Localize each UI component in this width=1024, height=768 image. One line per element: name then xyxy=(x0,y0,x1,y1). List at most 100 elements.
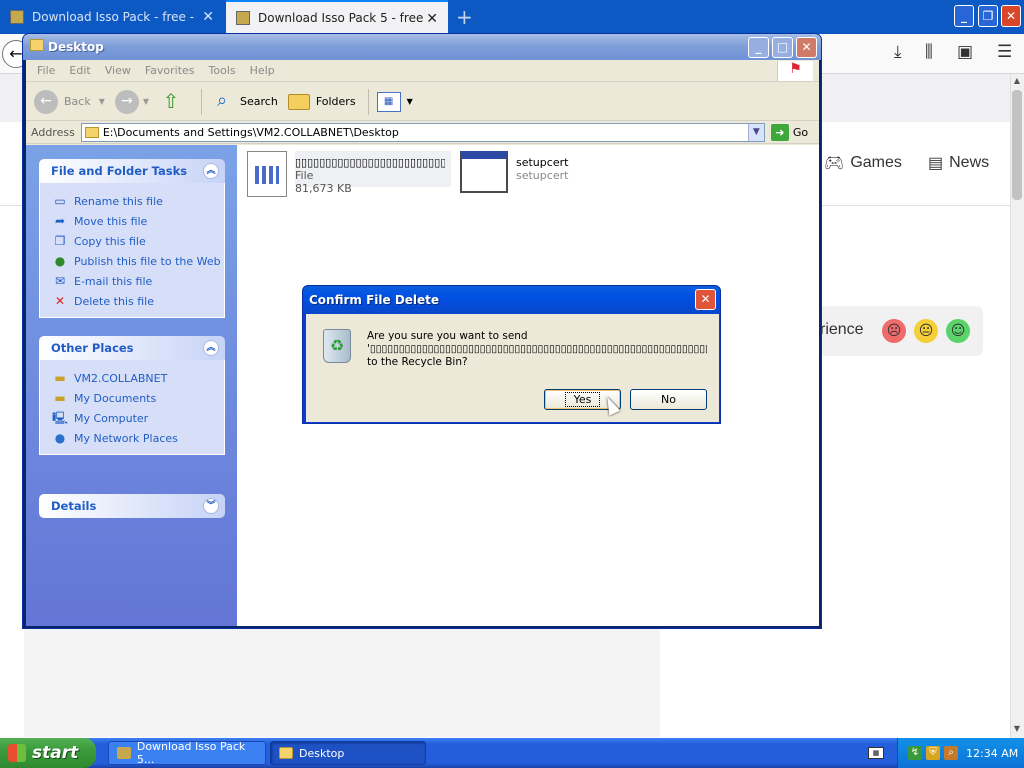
scroll-up-icon[interactable]: ▲ xyxy=(1011,76,1023,88)
copy-icon: ❐ xyxy=(54,234,66,248)
confirm-delete-dialog: Confirm File Delete ✕ ♻ Are you sure you… xyxy=(302,285,721,424)
close-tab-icon[interactable]: ✕ xyxy=(202,9,214,25)
go-button[interactable]: ➜ Go xyxy=(770,124,808,141)
nav-news-label: News xyxy=(949,154,990,171)
keyboard-icon[interactable]: ▦ xyxy=(868,747,884,759)
dialog-title-bar[interactable]: Confirm File Delete ✕ xyxy=(303,286,720,314)
place-my-network-places[interactable]: ● My Network Places xyxy=(52,428,224,448)
views-button[interactable]: ▦ ▼ xyxy=(376,91,413,112)
taskbar: start Download Isso Pack 5... Desktop ▦ … xyxy=(0,738,1024,768)
forward-button[interactable]: → ▼ xyxy=(114,89,149,114)
scroll-down-icon[interactable]: ▼ xyxy=(1011,724,1023,736)
file-item[interactable]: ▯▯▯▯▯▯▯▯▯▯▯▯▯▯▯▯▯▯▯▯▯▯▯▯▯▯▯▯... File 81,… xyxy=(247,151,451,197)
maximize-button[interactable]: □ xyxy=(772,37,793,58)
file-text: ▯▯▯▯▯▯▯▯▯▯▯▯▯▯▯▯▯▯▯▯▯▯▯▯▯▯▯▯... File 81,… xyxy=(295,151,451,195)
nav-news[interactable]: ▤ News xyxy=(928,153,989,173)
network-icon: ● xyxy=(54,431,66,445)
task-email[interactable]: ✉ E-mail this file xyxy=(52,271,224,291)
browser-tab-1[interactable]: Download Isso Pack - free - latest ✕ xyxy=(0,0,224,34)
search-button[interactable]: ⌕ Search xyxy=(210,90,278,114)
panel-title: Other Places xyxy=(51,341,134,355)
yes-label: Yes xyxy=(564,392,601,407)
dialog-close-button[interactable]: ✕ xyxy=(695,289,716,310)
place-my-computer[interactable]: 🖳︎ My Computer xyxy=(52,408,224,428)
task-rename[interactable]: ▭ Rename this file xyxy=(52,191,224,211)
sidebar-icon[interactable]: ▣ xyxy=(957,42,973,62)
windows-flag-icon xyxy=(8,744,26,762)
clock: 12:34 AM xyxy=(966,746,1019,760)
sad-face-icon[interactable]: ☹ xyxy=(882,319,906,343)
nav-games[interactable]: 🎮︎ Games xyxy=(824,153,902,173)
application-icon xyxy=(460,151,508,193)
close-tab-icon[interactable]: ✕ xyxy=(426,11,438,27)
close-button[interactable]: ✕ xyxy=(796,37,817,58)
task-move[interactable]: ➦ Move this file xyxy=(52,211,224,231)
place-label: My Network Places xyxy=(74,431,178,445)
forward-dropdown-icon[interactable]: ▼ xyxy=(143,97,149,106)
folders-button[interactable]: Folders xyxy=(287,93,356,110)
address-dropdown-icon[interactable]: ▼ xyxy=(747,124,764,141)
feedback-text: rience xyxy=(820,321,864,338)
explorer-title-bar[interactable]: Desktop _ □ ✕ xyxy=(23,34,821,60)
panel-header[interactable]: File and Folder Tasks ︽ xyxy=(39,159,225,183)
address-value: E:\Documents and Settings\VM2.COLLABNET\… xyxy=(102,126,399,139)
explorer-toolbar: ← Back ▼ → ▼ ⇧ ⌕ Search Folders ▦ ▼ xyxy=(26,83,819,121)
address-input[interactable]: E:\Documents and Settings\VM2.COLLABNET\… xyxy=(80,123,765,142)
new-tab-icon[interactable]: + xyxy=(456,5,473,29)
menu-tools[interactable]: Tools xyxy=(209,64,236,77)
panel-list: ▬ VM2.COLLABNET ▬ My Documents 🖳︎ My Comput… xyxy=(39,360,225,455)
toolbar-separator xyxy=(367,88,369,115)
panel-header[interactable]: Details ︾ xyxy=(39,494,225,518)
place-my-documents[interactable]: ▬ My Documents xyxy=(52,388,224,408)
taskbar-item-desktop[interactable]: Desktop xyxy=(270,741,426,765)
folder-icon: ▬ xyxy=(54,371,66,385)
library-icon[interactable]: ⫼ xyxy=(925,42,933,62)
windows-logo-icon: ⚑ xyxy=(777,61,813,81)
security-shield-icon[interactable]: ⛨ xyxy=(926,746,940,760)
search-tray-icon[interactable]: ⌕ xyxy=(944,746,958,760)
browser-close-button[interactable]: ✕ xyxy=(1001,5,1021,27)
browser-tab-2[interactable]: Download Isso Pack 5 - free - latest ✕ xyxy=(226,0,448,34)
up-folder-button[interactable]: ⇧ xyxy=(159,90,189,114)
address-bar: Address E:\Documents and Settings\VM2.CO… xyxy=(26,122,819,144)
search-icon: ⌕ xyxy=(216,89,228,111)
menu-icon[interactable]: ☰ xyxy=(997,42,1012,62)
menu-view[interactable]: View xyxy=(105,64,131,77)
taskbar-item-browser[interactable]: Download Isso Pack 5... xyxy=(108,740,266,766)
menu-edit[interactable]: Edit xyxy=(69,64,90,77)
start-button[interactable]: start xyxy=(0,738,96,768)
search-label: Search xyxy=(240,95,278,108)
network-tray-icon[interactable]: ↯ xyxy=(908,746,922,760)
gamepad-icon: 🎮︎ xyxy=(824,155,845,172)
place-label: My Documents xyxy=(74,391,157,405)
download-icon[interactable]: ⤓ xyxy=(894,42,902,62)
no-button[interactable]: No xyxy=(630,389,707,410)
file-type: File xyxy=(295,169,314,182)
dialog-message: Are you sure you want to send '▯▯▯▯▯▯▯▯▯… xyxy=(367,330,707,369)
menu-help[interactable]: Help xyxy=(250,64,275,77)
happy-face-icon[interactable]: ☺ xyxy=(946,319,970,343)
menu-file[interactable]: File xyxy=(37,64,55,77)
scrollbar-thumb[interactable] xyxy=(1012,90,1022,200)
folders-label: Folders xyxy=(315,95,356,108)
back-button[interactable]: ← Back ▼ xyxy=(34,89,105,114)
tab-title: Download Isso Pack - free - latest xyxy=(32,10,197,24)
menu-bar: File Edit View Favorites Tools Help ⚑ xyxy=(26,60,819,82)
back-dropdown-icon[interactable]: ▼ xyxy=(99,97,105,106)
minimize-button[interactable]: _ xyxy=(748,37,769,58)
file-text: setupcert setupcert xyxy=(516,151,568,193)
collapse-icon[interactable]: ︽ xyxy=(203,340,219,356)
task-delete[interactable]: ✕ Delete this file xyxy=(52,291,224,311)
expand-icon[interactable]: ︾ xyxy=(203,498,219,514)
neutral-face-icon[interactable]: 😐︎ xyxy=(914,319,938,343)
panel-header[interactable]: Other Places ︽ xyxy=(39,336,225,360)
page-content-block xyxy=(24,627,660,737)
task-copy[interactable]: ❐ Copy this file xyxy=(52,231,224,251)
task-publish[interactable]: ● Publish this file to the Web xyxy=(52,251,224,271)
browser-maximize-button[interactable]: ❐ xyxy=(978,5,998,27)
file-item[interactable]: setupcert setupcert xyxy=(460,151,568,193)
place-vm2-collabnet[interactable]: ▬ VM2.COLLABNET xyxy=(52,368,224,388)
browser-minimize-button[interactable]: _ xyxy=(954,5,974,27)
menu-favorites[interactable]: Favorites xyxy=(145,64,195,77)
collapse-icon[interactable]: ︽ xyxy=(203,163,219,179)
